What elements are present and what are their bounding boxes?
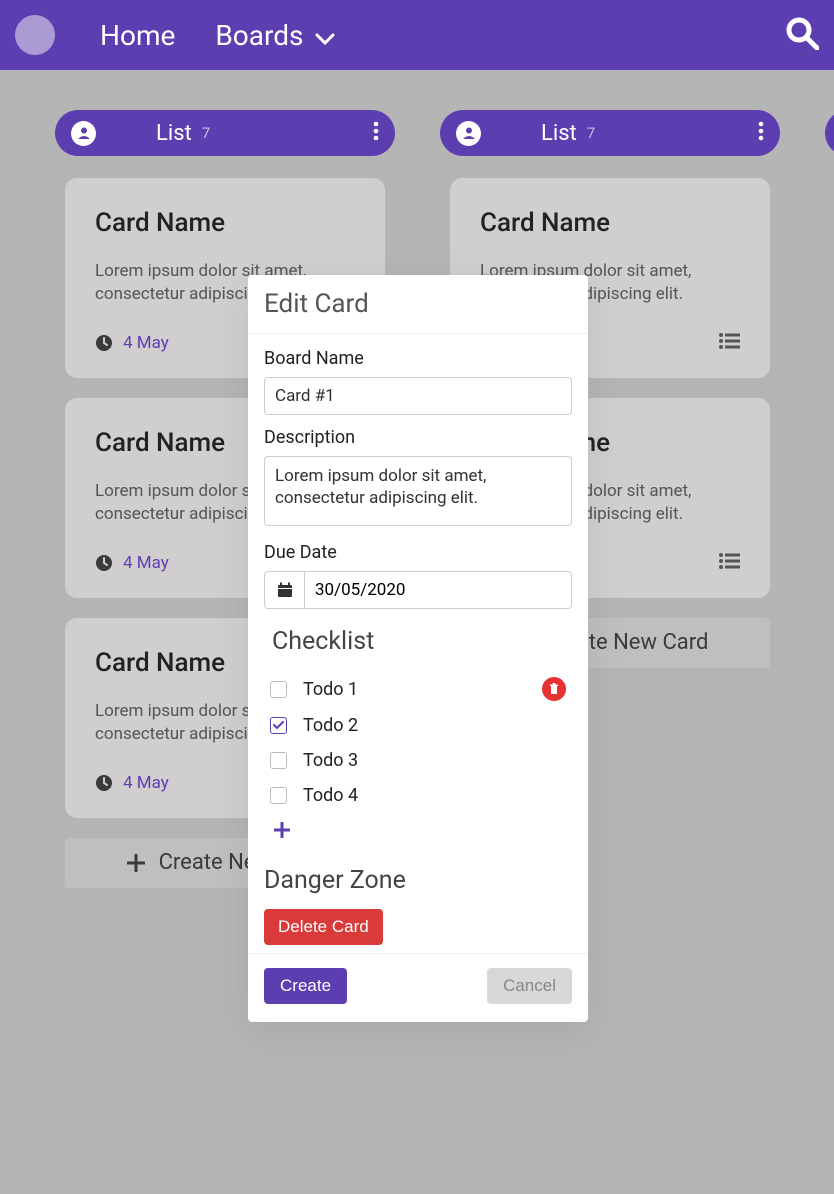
nav-boards[interactable]: Boards xyxy=(215,19,335,52)
checklist-title: Checklist xyxy=(272,627,572,656)
list-header xyxy=(825,110,834,156)
delete-card-button[interactable]: Delete Card xyxy=(264,909,383,945)
modal-footer: Create Cancel xyxy=(248,953,588,1022)
due-date-label: Due Date xyxy=(264,542,572,563)
checklist-item-label: Todo 2 xyxy=(303,715,358,736)
list-more-button[interactable] xyxy=(373,121,379,146)
nav-boards-label: Boards xyxy=(215,19,303,52)
board-name-input[interactable] xyxy=(264,377,572,415)
list-more-button[interactable] xyxy=(758,121,764,146)
more-vertical-icon xyxy=(758,121,764,141)
clock-icon xyxy=(95,554,113,572)
list-title: List xyxy=(156,121,192,146)
search-button[interactable] xyxy=(785,16,819,54)
checkbox-icon[interactable] xyxy=(270,681,287,698)
chevron-down-icon xyxy=(315,19,335,52)
checklist-item[interactable]: Todo 2 xyxy=(270,708,566,743)
list-header: List 7 xyxy=(440,110,780,156)
due-date-group xyxy=(264,571,572,609)
checkbox-icon[interactable] xyxy=(270,752,287,769)
edit-card-modal: Edit Card Board Name Description Due Dat… xyxy=(248,275,588,1022)
trash-icon xyxy=(548,683,560,695)
list-header: List 7 xyxy=(55,110,395,156)
danger-zone: Danger Zone Delete Card xyxy=(264,866,572,949)
more-vertical-icon xyxy=(373,121,379,141)
card-title: Card Name xyxy=(95,208,355,238)
avatar[interactable] xyxy=(15,15,55,55)
description-label: Description xyxy=(264,427,572,448)
card-date: 4 May xyxy=(123,773,169,793)
checklist-item[interactable]: Todo 3 xyxy=(270,743,566,778)
list-avatar-icon xyxy=(71,121,96,146)
list-count: 7 xyxy=(202,124,210,142)
checklist-icon xyxy=(718,551,740,576)
checkbox-icon[interactable] xyxy=(270,787,287,804)
checklist-item[interactable]: Todo 1 xyxy=(270,670,566,708)
checklist-icon xyxy=(718,331,740,356)
nav-home-label: Home xyxy=(100,19,175,52)
card-date: 4 May xyxy=(123,333,169,353)
plus-icon xyxy=(274,822,290,838)
checklist: Todo 1 Todo 2 Todo 3 Todo 4 xyxy=(264,670,572,844)
checkbox-checked-icon[interactable] xyxy=(270,717,287,734)
delete-checklist-item-button[interactable] xyxy=(542,677,566,701)
calendar-icon[interactable] xyxy=(264,571,304,609)
create-button[interactable]: Create xyxy=(264,968,347,1004)
danger-zone-title: Danger Zone xyxy=(264,866,572,895)
checklist-item-label: Todo 1 xyxy=(303,679,358,700)
board-name-label: Board Name xyxy=(264,348,572,369)
cancel-button[interactable]: Cancel xyxy=(487,968,572,1004)
card-title: Card Name xyxy=(480,208,740,238)
modal-header: Edit Card xyxy=(248,275,588,334)
clock-icon xyxy=(95,334,113,352)
top-nav: Home Boards xyxy=(0,0,834,70)
search-icon xyxy=(785,16,819,50)
list-column xyxy=(825,110,834,888)
add-checklist-item-button[interactable] xyxy=(270,813,566,844)
list-avatar-icon xyxy=(456,121,481,146)
card-date: 4 May xyxy=(123,553,169,573)
checklist-item-label: Todo 3 xyxy=(303,750,358,771)
clock-icon xyxy=(95,774,113,792)
description-input[interactable] xyxy=(264,456,572,526)
list-count: 7 xyxy=(587,124,595,142)
list-title: List xyxy=(541,121,577,146)
nav-home[interactable]: Home xyxy=(100,19,175,52)
plus-icon xyxy=(127,854,145,872)
checklist-item-label: Todo 4 xyxy=(303,785,358,806)
due-date-input[interactable] xyxy=(304,571,572,609)
checklist-item[interactable]: Todo 4 xyxy=(270,778,566,813)
modal-title: Edit Card xyxy=(264,289,572,319)
